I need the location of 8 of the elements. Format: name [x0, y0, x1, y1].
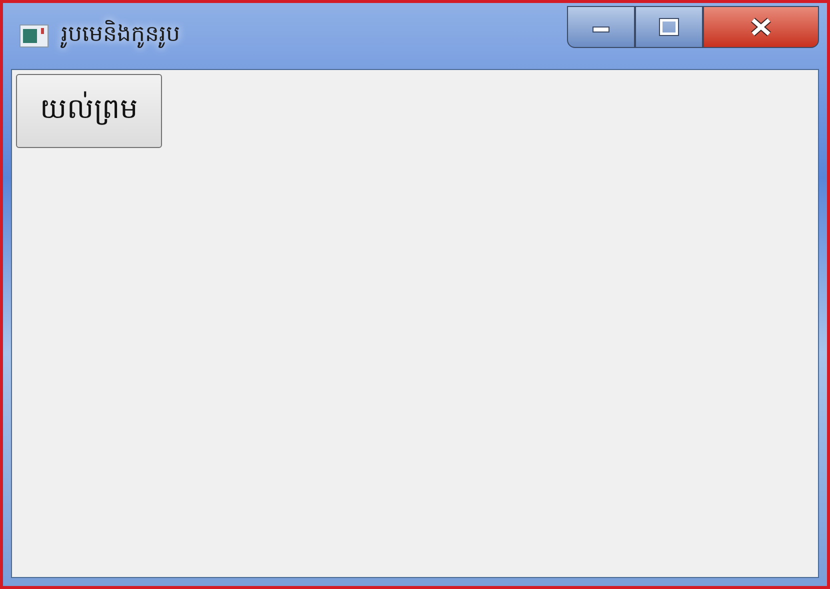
minimize-button[interactable] — [567, 6, 635, 48]
maximize-button[interactable] — [635, 6, 703, 48]
window-title: រូបមេនិងកូនរូប — [61, 20, 180, 50]
ok-button[interactable]: យល់ព្រម — [16, 74, 162, 148]
maximize-icon — [659, 18, 679, 36]
close-icon — [749, 17, 773, 37]
window-icon — [19, 24, 49, 48]
close-button[interactable] — [703, 6, 819, 48]
